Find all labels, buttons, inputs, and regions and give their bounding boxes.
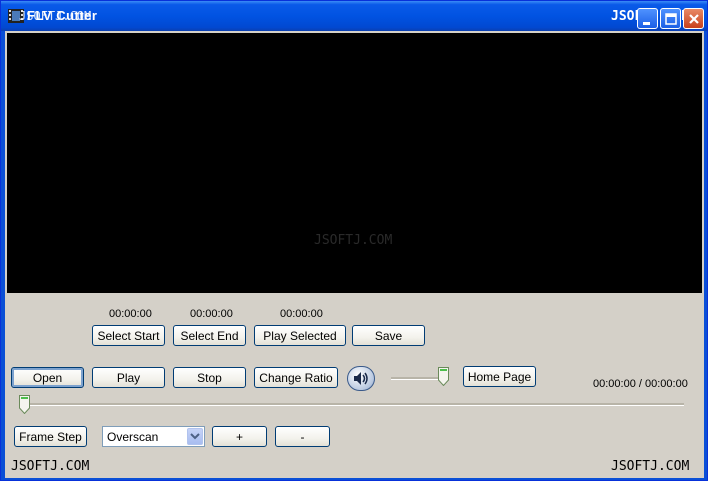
bottom-watermark-right: JSOFTJ.COM xyxy=(611,459,690,474)
selected-time-label: 00:00:00 xyxy=(280,308,323,320)
scan-mode-value: Overscan xyxy=(107,430,159,444)
volume-button[interactable] xyxy=(347,366,375,391)
app-window: JSOFTJ.COM FLV Cutter JSOFTJ.COM JSOFTJ.… xyxy=(0,0,708,481)
stop-button[interactable]: Stop xyxy=(173,367,246,388)
minus-button[interactable]: - xyxy=(275,426,330,447)
home-page-button[interactable]: Home Page xyxy=(463,366,536,387)
client-area: JSOFTJ.COM 00:00:00 00:00:00 00:00:00 Se… xyxy=(5,31,704,478)
select-start-button[interactable]: Select Start xyxy=(92,325,165,346)
title-bar[interactable]: JSOFTJ.COM FLV Cutter JSOFTJ.COM xyxy=(1,1,707,31)
frame-step-button[interactable]: Frame Step xyxy=(14,426,87,447)
change-ratio-button[interactable]: Change Ratio xyxy=(254,367,338,388)
seek-slider-track[interactable] xyxy=(19,403,684,406)
video-watermark: JSOFTJ.COM xyxy=(314,233,393,248)
select-end-button[interactable]: Select End xyxy=(173,325,246,346)
speaker-icon xyxy=(354,372,368,385)
start-time-label: 00:00:00 xyxy=(109,308,152,320)
volume-slider-track[interactable] xyxy=(391,377,443,380)
open-button[interactable]: Open xyxy=(11,367,84,388)
close-button[interactable] xyxy=(683,8,704,29)
chevron-down-icon xyxy=(190,433,200,440)
maximize-button[interactable] xyxy=(660,8,681,29)
close-icon xyxy=(689,14,699,24)
window-title: FLV Cutter xyxy=(27,8,98,23)
dropdown-arrow[interactable] xyxy=(187,428,203,445)
video-display[interactable]: JSOFTJ.COM xyxy=(7,33,702,293)
play-button[interactable]: Play xyxy=(92,367,165,388)
minimize-button[interactable] xyxy=(637,8,658,29)
seek-slider-thumb[interactable] xyxy=(19,395,30,414)
time-display: 00:00:00 / 00:00:00 xyxy=(593,378,688,390)
volume-slider-thumb[interactable] xyxy=(437,367,449,386)
scan-mode-select[interactable]: Overscan xyxy=(102,426,205,447)
minimize-icon xyxy=(643,22,650,25)
play-selected-button[interactable]: Play Selected xyxy=(254,325,346,346)
plus-button[interactable]: + xyxy=(212,426,267,447)
bottom-watermark-left: JSOFTJ.COM xyxy=(11,459,90,474)
end-time-label: 00:00:00 xyxy=(190,308,233,320)
maximize-icon xyxy=(665,13,677,25)
save-button[interactable]: Save xyxy=(352,325,425,346)
